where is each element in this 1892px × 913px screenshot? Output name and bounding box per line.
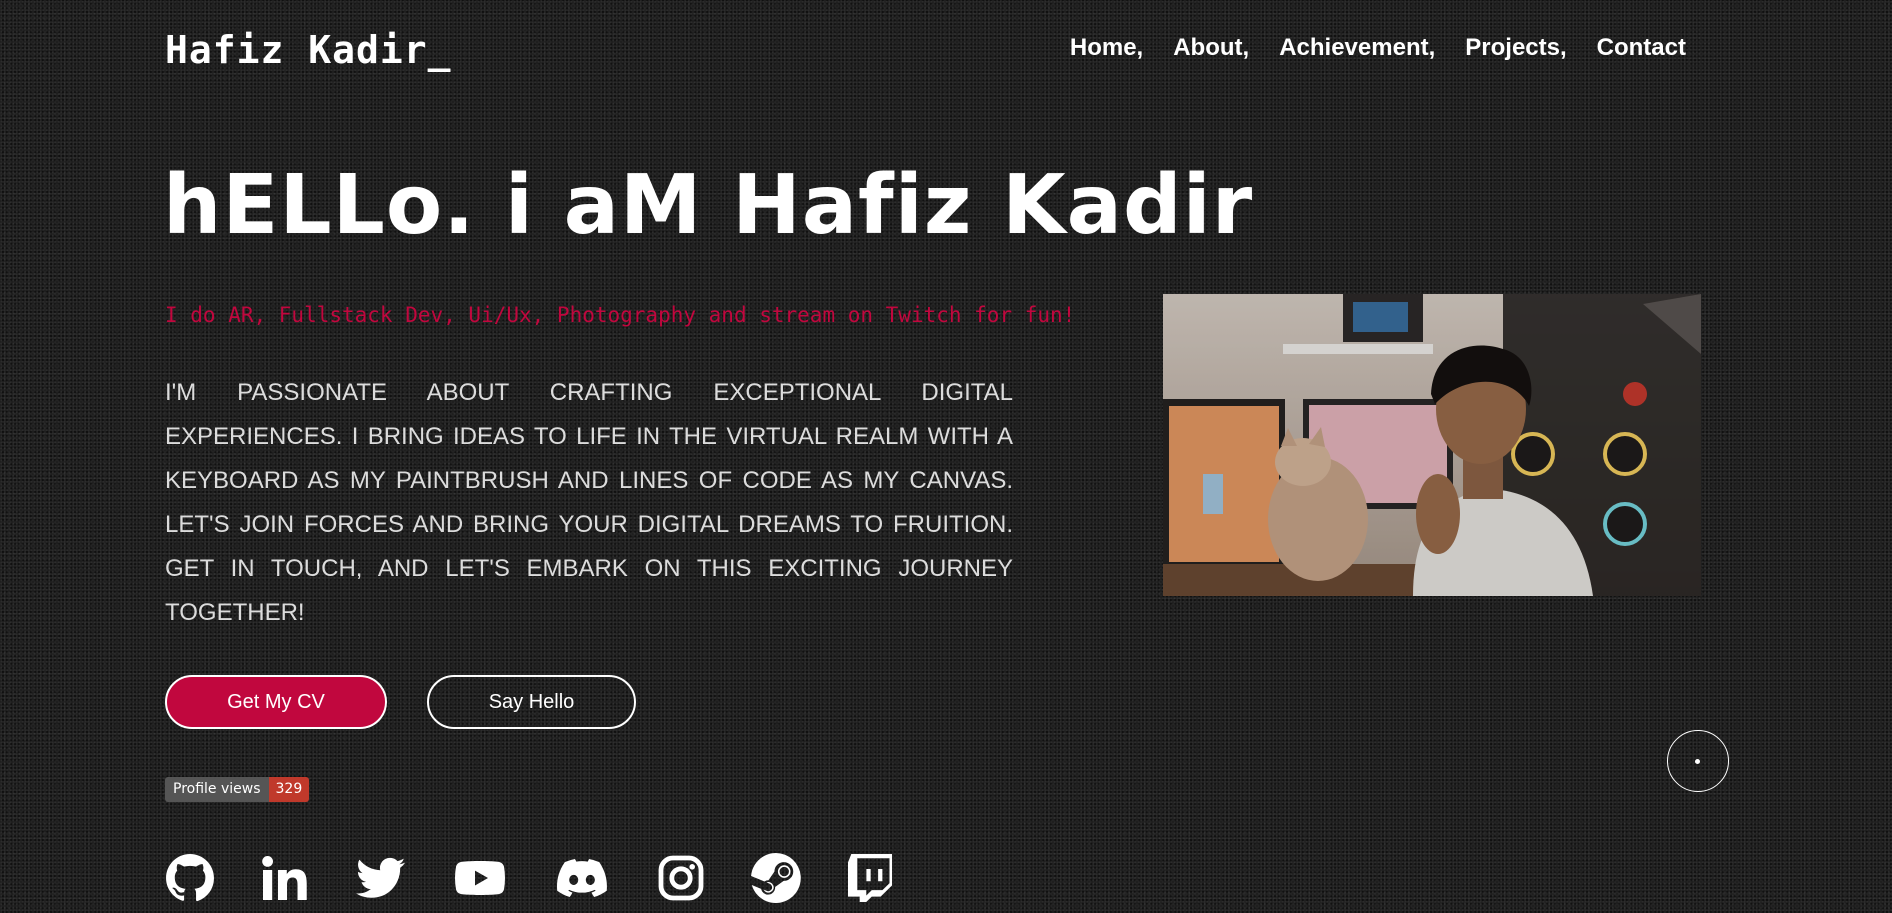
- linkedin-icon[interactable]: [261, 853, 309, 903]
- github-icon[interactable]: [165, 853, 215, 903]
- steam-icon[interactable]: [751, 853, 801, 903]
- say-hello-button[interactable]: Say Hello: [427, 675, 636, 729]
- twitch-icon[interactable]: [847, 853, 895, 903]
- site-logo[interactable]: Hafiz Kadir_: [165, 28, 452, 72]
- get-cv-button[interactable]: Get My CV: [165, 675, 387, 729]
- hero-tagline: I do AR, Fullstack Dev, Ui/Ux, Photograp…: [165, 303, 1076, 327]
- hero-title: hELLo. i aM Hafiz Kadir: [163, 158, 1254, 253]
- nav-about[interactable]: About,: [1173, 34, 1249, 62]
- nav-achievement[interactable]: Achievement,: [1279, 34, 1435, 62]
- nav-projects[interactable]: Projects,: [1465, 34, 1566, 62]
- profile-views-count: 329: [268, 777, 310, 802]
- profile-views-badge: Profile views 329: [165, 777, 310, 802]
- nav-home[interactable]: Home,: [1070, 34, 1143, 62]
- hero-photo: [1163, 294, 1701, 596]
- main-nav: Home, About, Achievement, Projects, Cont…: [1070, 34, 1686, 62]
- cursor-dot: [1695, 759, 1700, 764]
- hero-bio: I'm passionate about crafting exceptiona…: [165, 379, 1013, 626]
- nav-contact[interactable]: Contact: [1597, 34, 1686, 62]
- discord-icon[interactable]: [553, 853, 611, 903]
- profile-views-label: Profile views: [165, 777, 269, 802]
- social-links: [165, 853, 941, 903]
- youtube-icon[interactable]: [453, 853, 507, 903]
- instagram-icon[interactable]: [657, 853, 705, 903]
- twitter-icon[interactable]: [355, 853, 407, 903]
